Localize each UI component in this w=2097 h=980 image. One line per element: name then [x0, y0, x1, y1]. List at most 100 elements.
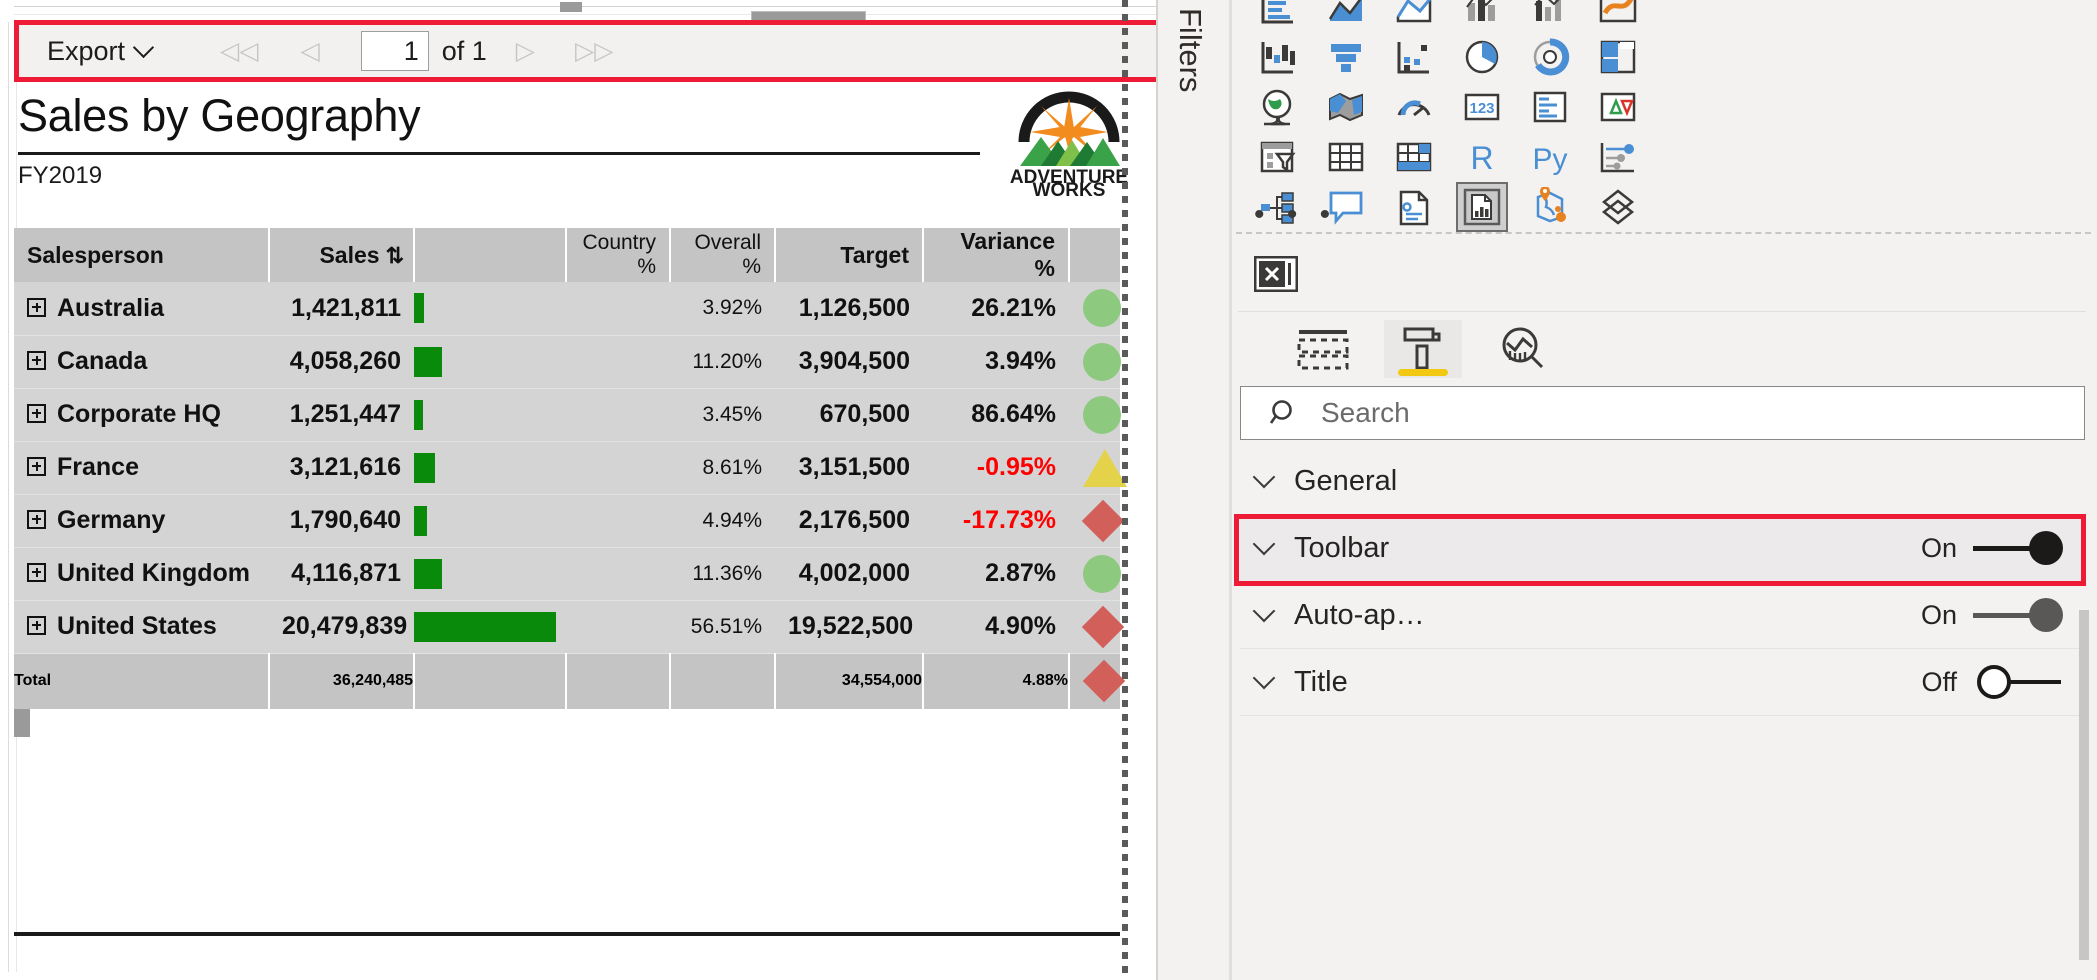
- column-header-sales[interactable]: Sales ⇅: [269, 228, 415, 282]
- visual-resize-handle-top[interactable]: [560, 2, 582, 12]
- kpi-circle-icon: [1083, 395, 1121, 434]
- chevron-down-icon[interactable]: [1252, 532, 1276, 556]
- expand-plus-icon[interactable]: [27, 297, 46, 317]
- last-page-button[interactable]: ▷▷: [566, 38, 622, 64]
- scatter-chart-icon[interactable]: [1388, 32, 1440, 82]
- expand-plus-icon[interactable]: [27, 350, 46, 370]
- stacked-area-chart-icon[interactable]: [1320, 0, 1372, 32]
- format-setting-toolbar[interactable]: Toolbar On: [1240, 515, 2085, 582]
- row-label: Germany: [57, 506, 166, 534]
- previous-page-button[interactable]: ◁: [292, 38, 329, 64]
- kpi-icon[interactable]: [1592, 82, 1644, 132]
- funnel-chart-icon[interactable]: [1320, 32, 1372, 82]
- table-total-row: Total 36,240,485 34,554,000 4.88%: [14, 653, 1126, 709]
- row-label-cell[interactable]: Germany: [14, 494, 269, 548]
- table-row[interactable]: France 3,121,616 8.61% 3,151,500 -0.95%: [14, 441, 1127, 495]
- column-header-sales-label: Sales: [319, 241, 380, 268]
- page-number-input[interactable]: [360, 31, 429, 71]
- expand-plus-icon[interactable]: [27, 509, 46, 529]
- gauge-icon[interactable]: [1388, 82, 1440, 132]
- expand-plus-icon[interactable]: [27, 615, 46, 635]
- fields-well[interactable]: [1238, 240, 2086, 312]
- card-icon[interactable]: 123: [1456, 82, 1508, 132]
- data-bar-fill: [414, 611, 556, 642]
- format-tab[interactable]: [1384, 320, 1462, 378]
- matrix-icon[interactable]: [1388, 132, 1440, 182]
- expand-plus-icon[interactable]: [27, 403, 46, 423]
- row-label-cell[interactable]: Australia: [14, 282, 269, 336]
- table-footer: Total 36,240,485 34,554,000 4.88%: [14, 653, 1126, 709]
- table-body: Australia 1,421,811 3.92% 1,126,500 26.21% Ca…: [14, 282, 1127, 654]
- format-setting-autoap[interactable]: Auto-ap… On: [1240, 582, 2085, 649]
- fields-tab[interactable]: [1284, 320, 1362, 378]
- export-button[interactable]: Export: [41, 32, 157, 71]
- line-and-stacked-column-chart-icon[interactable]: [1456, 0, 1508, 32]
- search-input[interactable]: Search: [1240, 386, 2085, 440]
- key-influencers-icon[interactable]: [1592, 132, 1644, 182]
- sales-matrix-table[interactable]: Salesperson Sales ⇅ Country % Overall % T…: [14, 228, 1127, 709]
- donut-chart-icon[interactable]: [1524, 32, 1576, 82]
- table-row[interactable]: Corporate HQ 1,251,447 3.45% 670,500 86.64%: [14, 388, 1121, 442]
- azure-map-icon[interactable]: [1524, 182, 1576, 232]
- waterfall-chart-icon[interactable]: [1252, 32, 1304, 82]
- slicer-icon[interactable]: [1252, 132, 1304, 182]
- column-header-target[interactable]: Target: [775, 228, 924, 282]
- row-label: France: [57, 453, 139, 481]
- kpi-diamond-icon: [1081, 499, 1125, 542]
- pane-divider: [1236, 232, 2091, 234]
- format-pane-scrollbar[interactable]: [2079, 610, 2089, 960]
- treemap-icon[interactable]: [1592, 32, 1644, 82]
- column-header-salesperson[interactable]: Salesperson: [14, 228, 270, 282]
- table-row[interactable]: United States 20,479,839 56.51% 19,522,500 4…: [14, 600, 1125, 654]
- row-label-cell[interactable]: United States: [14, 600, 269, 654]
- globe-map-icon[interactable]: [1252, 82, 1304, 132]
- filled-map-icon[interactable]: [1320, 82, 1372, 132]
- column-header-kpi[interactable]: [1069, 228, 1120, 282]
- pie-chart-icon[interactable]: [1456, 32, 1508, 82]
- column-header-variance-pct[interactable]: Variance %: [923, 228, 1070, 282]
- stacked-bar-chart-icon[interactable]: [1252, 0, 1304, 32]
- kpi-triangle-icon: [1083, 448, 1127, 487]
- format-setting-general[interactable]: General: [1240, 448, 2085, 515]
- row-label-cell[interactable]: France: [14, 441, 269, 495]
- column-header-overall-pct[interactable]: Overall %: [670, 228, 776, 282]
- column-header-country-pct[interactable]: Country %: [566, 228, 671, 282]
- line-and-clustered-column-chart-icon[interactable]: [1524, 0, 1576, 32]
- table-row[interactable]: Germany 1,790,640 4.94% 2,176,500 -17.73%: [14, 494, 1125, 548]
- sort-arrows-icon[interactable]: ⇅: [386, 243, 405, 268]
- row-label: Corporate HQ: [57, 400, 221, 428]
- chevron-down-icon[interactable]: [1252, 599, 1276, 623]
- chevron-down-icon[interactable]: [1252, 666, 1276, 690]
- filters-pane[interactable]: Filters: [1158, 0, 1230, 980]
- format-setting-title[interactable]: Title Off: [1240, 649, 2085, 716]
- format-setting-toggle[interactable]: [1971, 598, 2071, 632]
- table-icon[interactable]: [1320, 132, 1372, 182]
- python-visual-icon[interactable]: Py: [1524, 132, 1576, 182]
- column-header-databar[interactable]: [414, 228, 567, 282]
- expand-plus-icon[interactable]: [27, 562, 46, 582]
- variance-pct-value: 26.21%: [923, 282, 1069, 336]
- ribbon-chart-icon[interactable]: [1592, 0, 1644, 32]
- row-label-cell[interactable]: Corporate HQ: [14, 388, 269, 442]
- get-more-visuals-icon[interactable]: [1592, 182, 1644, 232]
- more-visuals-ellipsis[interactable]: • • •: [1254, 198, 1337, 232]
- smart-narrative-icon[interactable]: [1388, 182, 1440, 232]
- chevron-down-icon[interactable]: [1252, 465, 1276, 489]
- expand-plus-icon[interactable]: [27, 456, 46, 476]
- analytics-tab[interactable]: [1484, 320, 1562, 378]
- format-setting-toggle[interactable]: [1971, 665, 2071, 699]
- r-script-visual-icon[interactable]: R: [1456, 132, 1508, 182]
- row-label-cell[interactable]: United Kingdom: [14, 547, 269, 601]
- multi-row-card-icon[interactable]: [1524, 82, 1576, 132]
- format-setting-toggle[interactable]: [1971, 531, 2071, 565]
- next-page-button[interactable]: ▷: [507, 38, 544, 64]
- kpi-cell: [1069, 335, 1121, 389]
- table-row[interactable]: Canada 4,058,260 11.20% 3,904,500 3.94%: [14, 335, 1121, 389]
- first-page-button[interactable]: ◁◁: [211, 38, 267, 64]
- table-row[interactable]: Australia 1,421,811 3.92% 1,126,500 26.21%: [14, 282, 1121, 336]
- area-chart-icon[interactable]: [1388, 0, 1440, 32]
- table-row[interactable]: United Kingdom 4,116,871 11.36% 4,002,000 2.…: [14, 547, 1121, 601]
- remove-field-icon[interactable]: [1253, 255, 1299, 297]
- row-label-cell[interactable]: Canada: [14, 335, 269, 389]
- paginated-report-icon[interactable]: [1456, 182, 1508, 232]
